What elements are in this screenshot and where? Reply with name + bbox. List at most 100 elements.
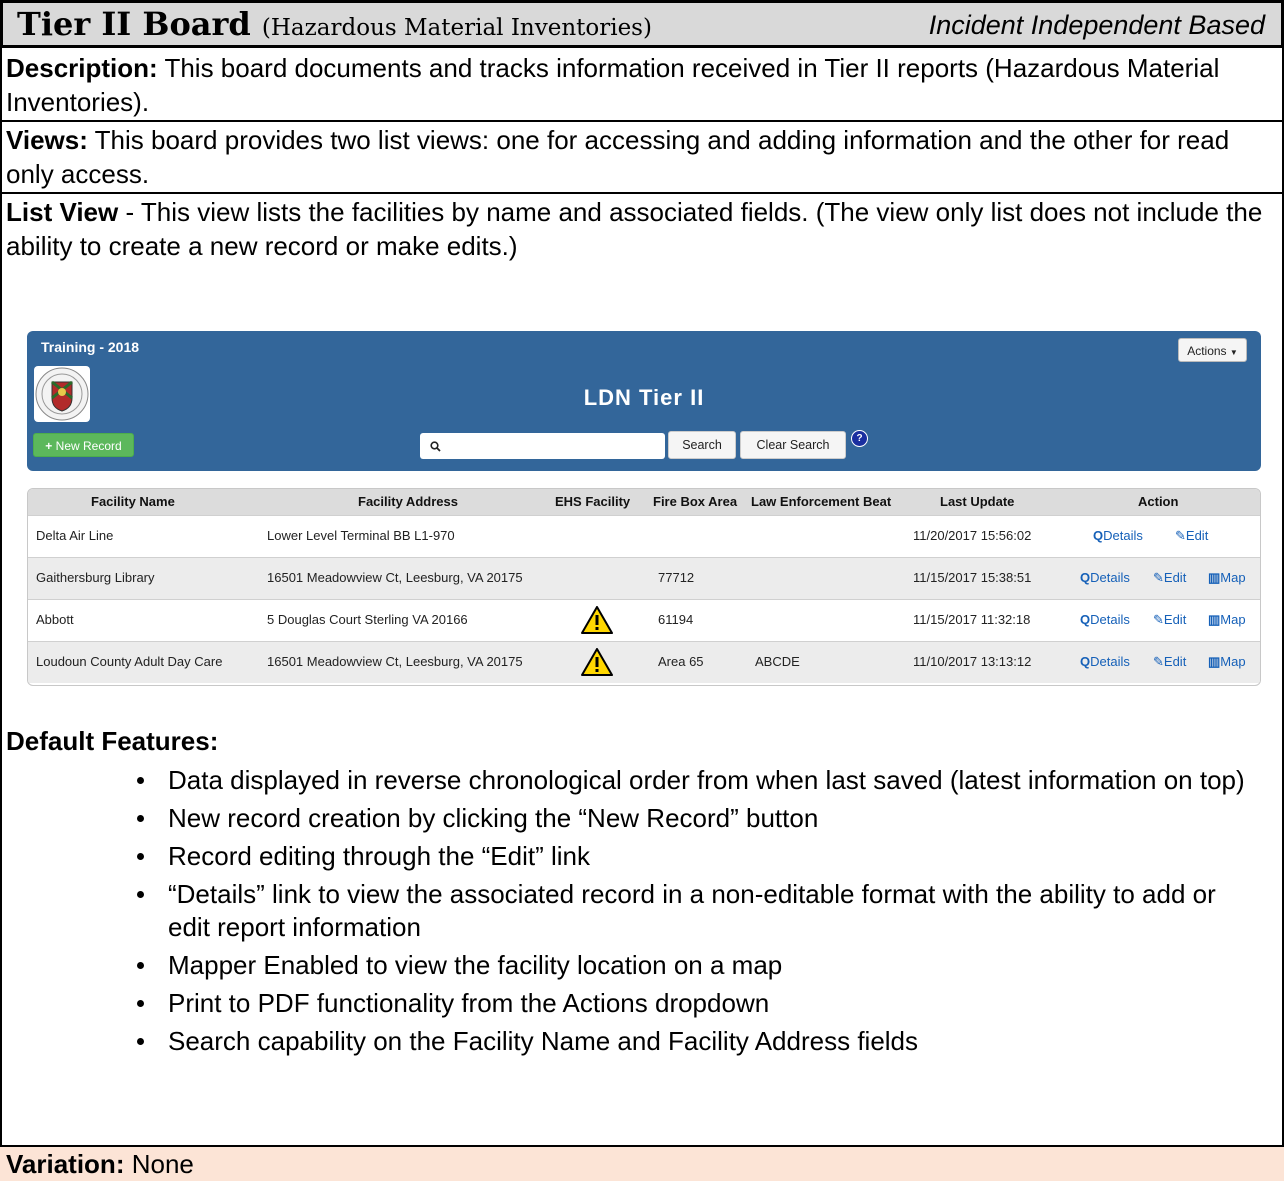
description-label: Description: xyxy=(6,53,158,83)
edit-icon: ✎ xyxy=(1153,654,1164,669)
facility-address: 16501 Meadowview Ct, Leesburg, VA 20175 xyxy=(267,654,523,669)
edit-link[interactable]: ✎Edit xyxy=(1175,528,1208,544)
board-title-main: Tier II Board xyxy=(17,5,251,43)
app-header: Training - 2018 Actions ▼ LDN Tier II + … xyxy=(27,331,1261,471)
search-icon: Q xyxy=(1080,570,1091,585)
edit-label: Edit xyxy=(1163,612,1187,627)
map-icon: ▥ xyxy=(1208,570,1221,585)
edit-icon: ✎ xyxy=(1175,528,1186,543)
details-label: Details xyxy=(1103,528,1143,543)
map-label: Map xyxy=(1220,570,1246,585)
fire-box-area: Area 65 xyxy=(658,654,704,669)
list-item: Print to PDF functionality from the Acti… xyxy=(128,987,1258,1020)
app-title: LDN Tier II xyxy=(583,385,705,410)
col-facility-name: Facility Name xyxy=(91,494,175,509)
map-label: Map xyxy=(1220,612,1246,627)
col-law-enforcement-beat: Law Enforcement Beat xyxy=(751,494,892,509)
board-title-sub: (Hazardous Material Inventories) xyxy=(261,15,652,41)
table-row: Delta Air Line Lower Level Terminal BB L… xyxy=(28,515,1260,557)
map-link[interactable]: ▥Map xyxy=(1208,654,1246,670)
help-icon[interactable]: ? xyxy=(851,430,868,447)
search-input[interactable] xyxy=(420,433,665,459)
title-bar: Tier II Board (Hazardous Material Invent… xyxy=(0,0,1284,48)
variation-label: Variation: xyxy=(6,1149,125,1179)
list-view-paragraph: List View - This view lists the faciliti… xyxy=(6,195,1276,263)
views-label: Views: xyxy=(6,125,88,155)
board-scope: Incident Independent Based xyxy=(928,10,1265,40)
variation-row: Variation: None xyxy=(0,1145,1284,1181)
description-paragraph: Description: This board documents and tr… xyxy=(6,51,1276,119)
map-link[interactable]: ▥Map xyxy=(1208,612,1246,628)
views-text: This board provides two list views: one … xyxy=(6,125,1230,189)
ehs-warning-icon xyxy=(581,606,613,639)
edit-link[interactable]: ✎Edit xyxy=(1153,570,1186,586)
details-link[interactable]: QDetails xyxy=(1093,528,1143,543)
list-view-label: List View xyxy=(6,197,119,227)
fire-box-area: 77712 xyxy=(658,570,695,585)
document-page: Tier II Board (Hazardous Material Invent… xyxy=(0,0,1284,1181)
plus-icon: + xyxy=(45,439,53,453)
facility-address: Lower Level Terminal BB L1-970 xyxy=(267,528,455,543)
facility-name: Delta Air Line xyxy=(36,528,114,543)
edit-icon: ✎ xyxy=(1153,570,1164,585)
list-view-text: - This view lists the facilities by name… xyxy=(6,197,1263,261)
divider xyxy=(0,192,1284,194)
edit-icon: ✎ xyxy=(1153,612,1164,627)
facility-address: 16501 Meadowview Ct, Leesburg, VA 20175 xyxy=(267,570,523,585)
facility-address: 5 Douglas Court Sterling VA 20166 xyxy=(267,612,468,627)
list-item: “Details” link to view the associated re… xyxy=(128,878,1258,944)
list-item: Search capability on the Facility Name a… xyxy=(128,1025,1258,1058)
search-icon: Q xyxy=(1080,612,1091,627)
table-header: Facility Name Facility Address EHS Facil… xyxy=(28,489,1260,515)
facility-table: Facility Name Facility Address EHS Facil… xyxy=(27,488,1261,686)
map-icon: ▥ xyxy=(1208,654,1221,669)
views-paragraph: Views: This board provides two list view… xyxy=(6,123,1276,191)
map-icon: ▥ xyxy=(1208,612,1221,627)
map-label: Map xyxy=(1220,654,1246,669)
list-item: Mapper Enabled to view the facility loca… xyxy=(128,949,1258,982)
ehs-warning-icon xyxy=(581,648,613,681)
edit-link[interactable]: ✎Edit xyxy=(1153,654,1186,670)
variation-text: Variation: None xyxy=(6,1149,194,1180)
last-update: 11/15/2017 15:38:51 xyxy=(913,570,1032,585)
last-update: 11/15/2017 11:32:18 xyxy=(913,612,1031,627)
col-facility-address: Facility Address xyxy=(358,494,458,509)
facility-name: Loudoun County Adult Day Care xyxy=(36,654,223,669)
details-label: Details xyxy=(1090,612,1130,627)
search-icon xyxy=(430,441,441,452)
search-icon: Q xyxy=(1093,528,1104,543)
facility-name: Gaithersburg Library xyxy=(36,570,155,585)
edit-label: Edit xyxy=(1163,570,1187,585)
facility-name: Abbott xyxy=(36,612,74,627)
list-item: New record creation by clicking the “New… xyxy=(128,802,1258,835)
details-link[interactable]: QDetails xyxy=(1080,654,1130,669)
actions-dropdown[interactable]: Actions ▼ xyxy=(1178,338,1247,362)
col-ehs-facility: EHS Facility xyxy=(555,494,631,509)
table-row: Abbott 5 Douglas Court Sterling VA 20166… xyxy=(28,599,1260,641)
table-row: Gaithersburg Library 16501 Meadowview Ct… xyxy=(28,557,1260,599)
list-item: Record editing through the “Edit” link xyxy=(128,840,1258,873)
edit-label: Edit xyxy=(1163,654,1187,669)
search-button[interactable]: Search xyxy=(668,431,736,459)
col-last-update: Last Update xyxy=(940,494,1015,509)
divider xyxy=(0,120,1284,122)
board-title: Tier II Board (Hazardous Material Invent… xyxy=(17,4,652,48)
new-record-label: New Record xyxy=(55,439,122,453)
last-update: 11/10/2017 13:13:12 xyxy=(913,654,1032,669)
last-update: 11/20/2017 15:56:02 xyxy=(913,528,1032,543)
details-label: Details xyxy=(1090,654,1130,669)
clear-search-button[interactable]: Clear Search xyxy=(740,431,846,459)
table-row: Loudoun County Adult Day Care 16501 Mead… xyxy=(28,641,1260,683)
details-link[interactable]: QDetails xyxy=(1080,570,1130,585)
feature-list: Data displayed in reverse chronological … xyxy=(128,764,1258,1063)
details-link[interactable]: QDetails xyxy=(1080,612,1130,627)
fire-box-area: 61194 xyxy=(658,612,694,627)
search-icon: Q xyxy=(1080,654,1091,669)
list-item: Data displayed in reverse chronological … xyxy=(128,764,1258,797)
edit-link[interactable]: ✎Edit xyxy=(1153,612,1186,628)
new-record-button[interactable]: + New Record xyxy=(33,433,134,457)
default-features-heading: Default Features: xyxy=(6,726,219,756)
actions-label: Actions xyxy=(1187,344,1227,358)
map-link[interactable]: ▥Map xyxy=(1208,570,1246,586)
app-brand: Training - 2018 xyxy=(41,339,140,355)
